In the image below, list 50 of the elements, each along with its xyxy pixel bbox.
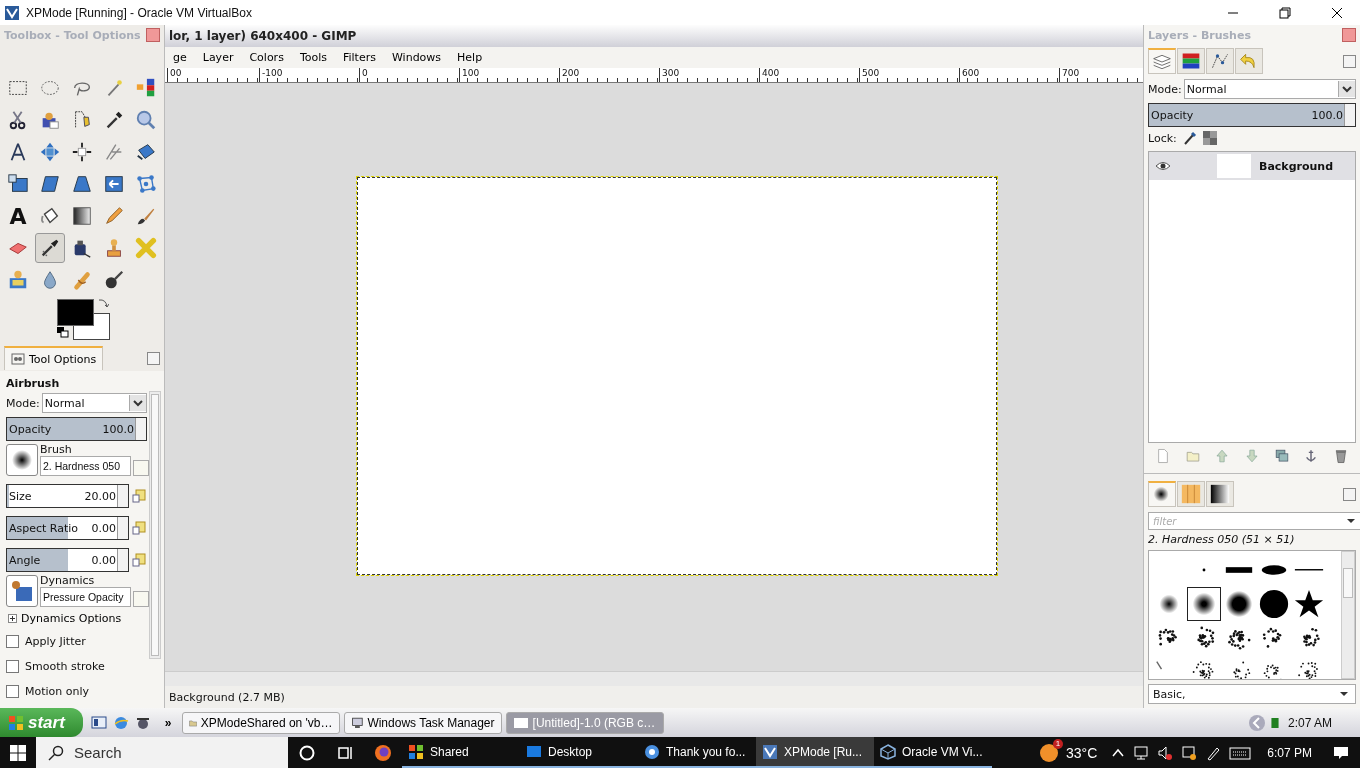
layer-row[interactable]: Background — [1149, 152, 1355, 180]
ruler: 00 -100 0 100 200 300 400 500 600 700 — [165, 68, 1143, 83]
taskbar-button[interactable]: XPMode [Ru... — [756, 737, 874, 768]
clock: 6:07 PM — [1266, 745, 1313, 760]
lock-label: Lock: — [1148, 131, 1177, 145]
menu-item[interactable]: Layer — [194, 51, 242, 64]
slider[interactable]: Opacity 100.0 — [1148, 103, 1356, 127]
status-text: Background (2.7 MB) — [169, 690, 285, 704]
dynamics-field[interactable]: Pressure Opacity — [40, 587, 131, 607]
menu-item[interactable]: Help — [449, 51, 491, 64]
tool-name: Airbrush — [6, 376, 61, 392]
taskbar-button[interactable]: XPModeShared on 'vb… — [181, 711, 340, 734]
checkbox-label: Smooth stroke — [25, 660, 105, 673]
window-title: XPMode [Running] - Oracle VM VirtualBox — [26, 5, 253, 20]
dynamics-label: Dynamics — [40, 574, 96, 587]
taskbar-button[interactable]: Shared — [402, 737, 520, 768]
dock-title: Layers - Brushes — [1148, 28, 1251, 42]
checkbox-label: Apply Jitter — [25, 635, 86, 648]
brush-name: 2. Hardness 050 (51 × 51) — [1147, 532, 1296, 548]
brush-label: Brush — [40, 443, 73, 456]
slider[interactable]: Angle 0.00 — [6, 548, 129, 572]
checkbox-label: Motion only — [25, 685, 90, 698]
taskbar-button[interactable]: Desktop — [520, 737, 638, 768]
menu-item[interactable]: Colors — [241, 51, 292, 64]
brush-field[interactable]: 2. Hardness 050 — [40, 456, 131, 476]
mode-label: Mode: — [6, 396, 40, 410]
filter-field[interactable]: filter — [1148, 512, 1360, 530]
mode-label: Mode: — [1148, 82, 1182, 96]
menu-item[interactable]: ge — [165, 51, 195, 64]
notification-badge: 1 — [1053, 738, 1063, 749]
tag-dropdown[interactable]: Basic, — [1148, 684, 1356, 704]
dynamics-options-expander[interactable]: Dynamics Options — [6, 607, 147, 629]
clock: 2:07 AM — [1286, 715, 1333, 730]
mode-dropdown[interactable]: Normal — [1183, 79, 1356, 99]
menu-item[interactable]: Tools — [291, 51, 335, 64]
taskbar-button[interactable]: Windows Task Manager — [343, 711, 502, 734]
image-window-title: lor, 1 layer) 640x400 - GIMP — [165, 25, 1143, 47]
temperature[interactable]: 33°C — [1066, 744, 1098, 761]
menu-item[interactable]: Filters — [335, 51, 384, 64]
taskbar-button[interactable]: Oracle VM Vi... — [874, 737, 992, 768]
text-tool-button[interactable]: A — [3, 201, 33, 231]
slider[interactable]: Aspect Ratio 0.00 — [6, 516, 129, 540]
dock-title: Toolbox - Tool Options — [4, 28, 141, 42]
slider[interactable]: Size 20.00 — [6, 484, 129, 508]
slider[interactable]: Opacity 100.0 — [6, 417, 147, 441]
menu-item[interactable]: Windows — [383, 51, 450, 64]
tool-options-tab[interactable]: Tool Options — [4, 346, 104, 370]
mode-dropdown[interactable]: Normal — [41, 393, 147, 413]
overflow-button[interactable]: » — [158, 715, 178, 730]
search-field[interactable]: Search — [36, 737, 288, 768]
